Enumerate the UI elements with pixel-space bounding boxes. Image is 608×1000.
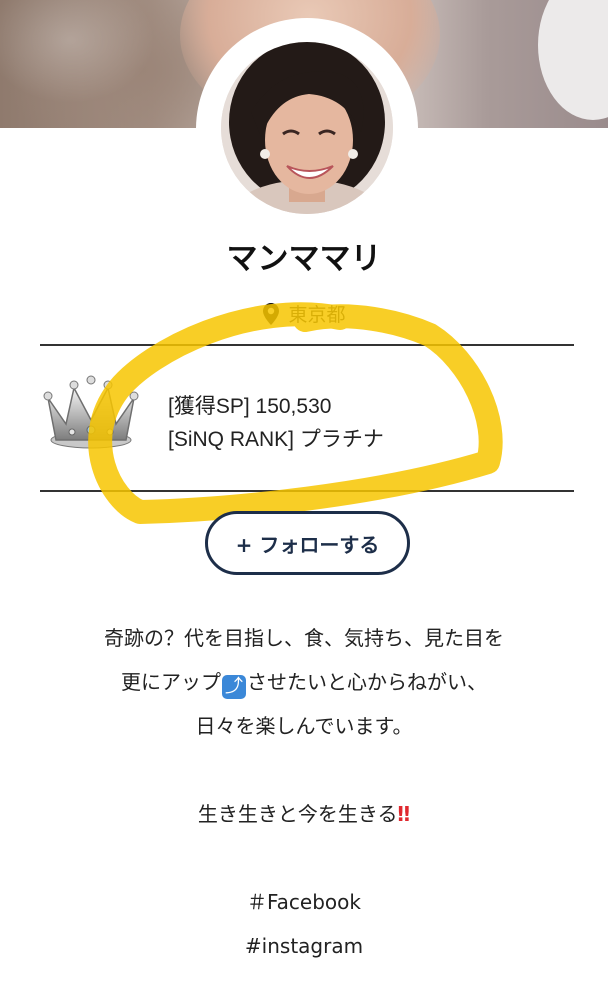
stats-divider-bottom bbox=[40, 490, 574, 492]
profile-name: マンママリ bbox=[226, 241, 382, 277]
bio-line: 生き生きと今を生きる‼ bbox=[197, 802, 411, 826]
profile-location: 東京都 bbox=[0, 300, 608, 327]
stats-block: [獲得SP] 150,530 [SiNQ RANK] プラチナ bbox=[168, 390, 384, 456]
avatar[interactable] bbox=[221, 42, 393, 214]
arrow-up-emoji-icon: ⤴ bbox=[222, 675, 246, 699]
location-label: 東京都 bbox=[288, 304, 346, 326]
bio-line: 日々を楽しんでいます。 bbox=[195, 714, 413, 738]
map-pin-icon bbox=[262, 302, 280, 325]
bio-line: 更にアップ ⤴ させたいと心からねがい、 bbox=[121, 670, 487, 699]
rank-label: [SiNQ RANK] プラチナ bbox=[168, 428, 384, 451]
hashtag-facebook[interactable]: ＃Facebook bbox=[0, 880, 608, 924]
bio-line: 奇跡の？代を目指し、食、気持ち、見た目を bbox=[104, 626, 504, 650]
double-exclamation-emoji-icon: ‼ bbox=[397, 802, 411, 826]
crown-icon bbox=[40, 370, 142, 452]
stats-divider-top bbox=[40, 344, 574, 346]
sp-points: [獲得SP] 150,530 bbox=[168, 395, 332, 418]
follow-button[interactable]: + フォローする bbox=[205, 511, 410, 575]
profile-bio: 奇跡の？代を目指し、食、気持ち、見た目を 更にアップ ⤴ させたいと心からねがい、 … bbox=[0, 616, 608, 968]
hashtag-instagram[interactable]: #instagram bbox=[0, 924, 608, 968]
profile-page: マンママリ 東京都 [獲得SP] 150,530 [SiNQ RANK] プラチ… bbox=[0, 0, 608, 1000]
